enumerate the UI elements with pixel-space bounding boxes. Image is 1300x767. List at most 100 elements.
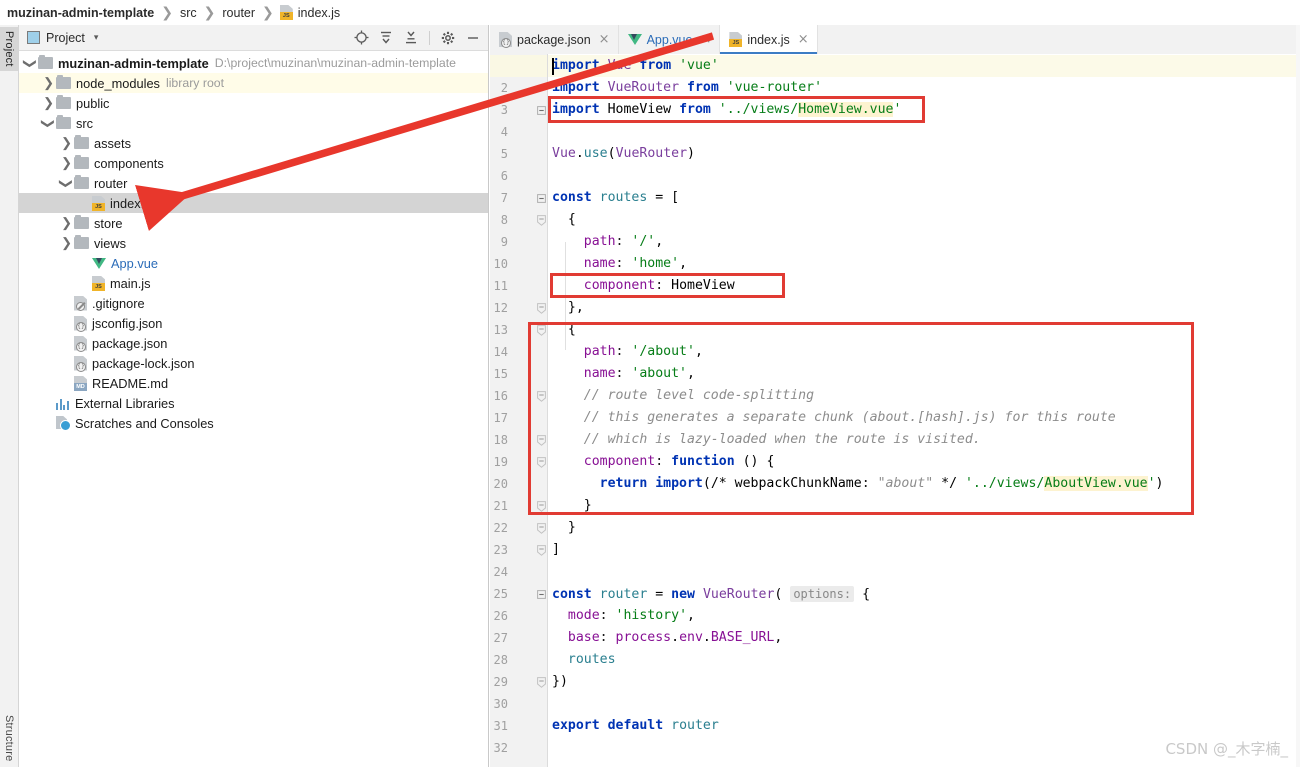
tree-item-assets[interactable]: ❯ assets [19,133,488,153]
json-file-icon: {} [74,315,87,332]
code-line-7[interactable]: const routes = [ [552,187,679,209]
tree-item-readme-md[interactable]: MD README.md [19,373,488,393]
tool-tab-structure[interactable]: Structure [0,711,18,765]
editor-tab-label: package.json [517,32,591,47]
code-fold-icon[interactable] [536,99,547,121]
code-line-28[interactable]: routes [552,649,616,671]
tree-item-label: .gitignore [92,295,145,311]
tree-item-label: package-lock.json [92,355,195,371]
code-line-14[interactable]: path: '/about', [552,341,703,363]
tree-item-label: External Libraries [75,395,175,411]
chevron-down-icon[interactable]: ❯ [42,118,57,129]
code-line-18[interactable]: // which is lazy-loaded when the route i… [552,429,981,451]
code-fold-icon[interactable] [536,187,547,209]
breadcrumb-item-router[interactable]: router [221,6,256,20]
chevron-down-icon[interactable]: ❯ [24,58,39,69]
code-line-3[interactable]: import HomeView from '../views/HomeView.… [552,99,901,121]
code-fold-icon[interactable] [536,385,547,407]
code-fold-icon[interactable] [536,539,547,561]
collapse-all-icon[interactable] [400,27,422,49]
project-tree: ❯ muzinan-admin-template D:\project\muzina… [19,51,488,433]
code-fold-icon[interactable] [536,429,547,451]
tree-item-jsconfig-json[interactable]: {} jsconfig.json [19,313,488,333]
code-line-21[interactable]: } [552,495,592,517]
tree-item-index-js[interactable]: JS index.js [19,193,488,213]
tree-item-package-json[interactable]: {} package.json [19,333,488,353]
code-line-10[interactable]: name: 'home', [552,253,687,275]
line-number-gutter[interactable]: 1234567891011121314151617181920212223242… [490,54,548,767]
locate-icon[interactable] [350,27,372,49]
code-fold-icon[interactable] [536,495,547,517]
code-line-27[interactable]: base: process.env.BASE_URL, [552,627,782,649]
code-line-8[interactable]: { [552,209,576,231]
chevron-right-icon[interactable]: ❯ [61,155,72,170]
code-line-19[interactable]: component: function () { [552,451,775,473]
expand-all-icon[interactable] [375,27,397,49]
chevron-right-icon[interactable]: ❯ [61,215,72,230]
editor-tab-index-js[interactable]: JS index.js × [720,25,818,54]
code-line-25[interactable]: const router = new VueRouter( options: { [552,583,870,605]
tree-item-app-vue[interactable]: App.vue [19,253,488,273]
code-line-29[interactable]: }) [552,671,568,693]
tree-item-external-libraries[interactable]: External Libraries [19,393,488,413]
code-fold-icon[interactable] [536,209,547,231]
chevron-right-icon[interactable]: ❯ [43,75,54,90]
tree-item-main-js[interactable]: JS main.js [19,273,488,293]
code-fold-icon[interactable] [536,451,547,473]
tool-tab-project[interactable]: Project [0,27,18,71]
code-line-20[interactable]: return import(/* webpackChunkName: "abou… [552,473,1164,495]
chevron-right-icon[interactable]: ❯ [61,135,72,150]
code-line-13[interactable]: { [552,319,576,341]
code-line-11[interactable]: component: HomeView [552,275,735,297]
line-number: 25 [493,587,508,601]
minimize-icon[interactable] [462,27,484,49]
code-line-31[interactable]: export default router [552,715,719,737]
tree-item-gitignore[interactable]: .gitignore [19,293,488,313]
tree-item-views[interactable]: ❯ views [19,233,488,253]
js-file-icon [279,5,293,20]
code-line-9[interactable]: path: '/', [552,231,663,253]
code-line-1[interactable]: import Vue from 'vue' [552,55,719,77]
close-icon[interactable]: × [599,33,610,46]
line-number: 20 [493,477,508,491]
code-line-17[interactable]: // this generates a separate chunk (abou… [552,407,1116,429]
code-editor[interactable]: 1234567891011121314151617181920212223242… [490,54,1300,767]
tree-item-muzinan-admin-template[interactable]: ❯ muzinan-admin-template D:\project\muzina… [19,53,488,73]
breadcrumb-item-src[interactable]: src [179,6,198,20]
breadcrumb-item-project[interactable]: muzinan-admin-template [6,6,155,20]
close-icon[interactable]: × [700,33,711,46]
code-fold-icon[interactable] [536,517,547,539]
breadcrumb-item-index-js[interactable]: index.js [279,5,341,20]
code-line-2[interactable]: import VueRouter from 'vue-router' [552,77,822,99]
chevron-right-icon[interactable]: ❯ [61,235,72,250]
code-fold-icon[interactable] [536,297,547,319]
tree-item-src[interactable]: ❯ src [19,113,488,133]
tree-item-router[interactable]: ❯ router [19,173,488,193]
tree-item-scratches-and-consoles[interactable]: Scratches and Consoles [19,413,488,433]
code-line-5[interactable]: Vue.use(VueRouter) [552,143,695,165]
code-line-16[interactable]: // route level code-splitting [552,385,814,407]
code-line-22[interactable]: } [552,517,576,539]
editor-tab-package-json[interactable]: {} package.json × [490,25,619,54]
code-line-23[interactable]: ] [552,539,560,561]
editor-tab-app-vue[interactable]: App.vue × [618,25,721,54]
tree-item-package-lock-json[interactable]: {} package-lock.json [19,353,488,373]
code-line-26[interactable]: mode: 'history', [552,605,695,627]
chevron-right-icon[interactable]: ❯ [43,95,54,110]
code-fold-icon[interactable] [536,319,547,341]
external-libraries-icon [56,397,70,410]
chevron-down-icon[interactable]: ▾ [94,33,99,43]
tree-item-components[interactable]: ❯ components [19,153,488,173]
code-line-12[interactable]: }, [552,297,584,319]
code-fold-icon[interactable] [536,671,547,693]
project-panel-icon [27,31,40,44]
tree-item-store[interactable]: ❯ store [19,213,488,233]
settings-gear-icon[interactable] [437,27,459,49]
line-number: 4 [500,125,508,139]
code-fold-icon[interactable] [536,583,547,605]
code-line-15[interactable]: name: 'about', [552,363,695,385]
chevron-down-icon[interactable]: ❯ [60,178,75,189]
tree-item-public[interactable]: ❯ public [19,93,488,113]
tree-item-node-modules[interactable]: ❯ node_modules library root [19,73,488,93]
close-icon[interactable]: × [798,33,809,46]
